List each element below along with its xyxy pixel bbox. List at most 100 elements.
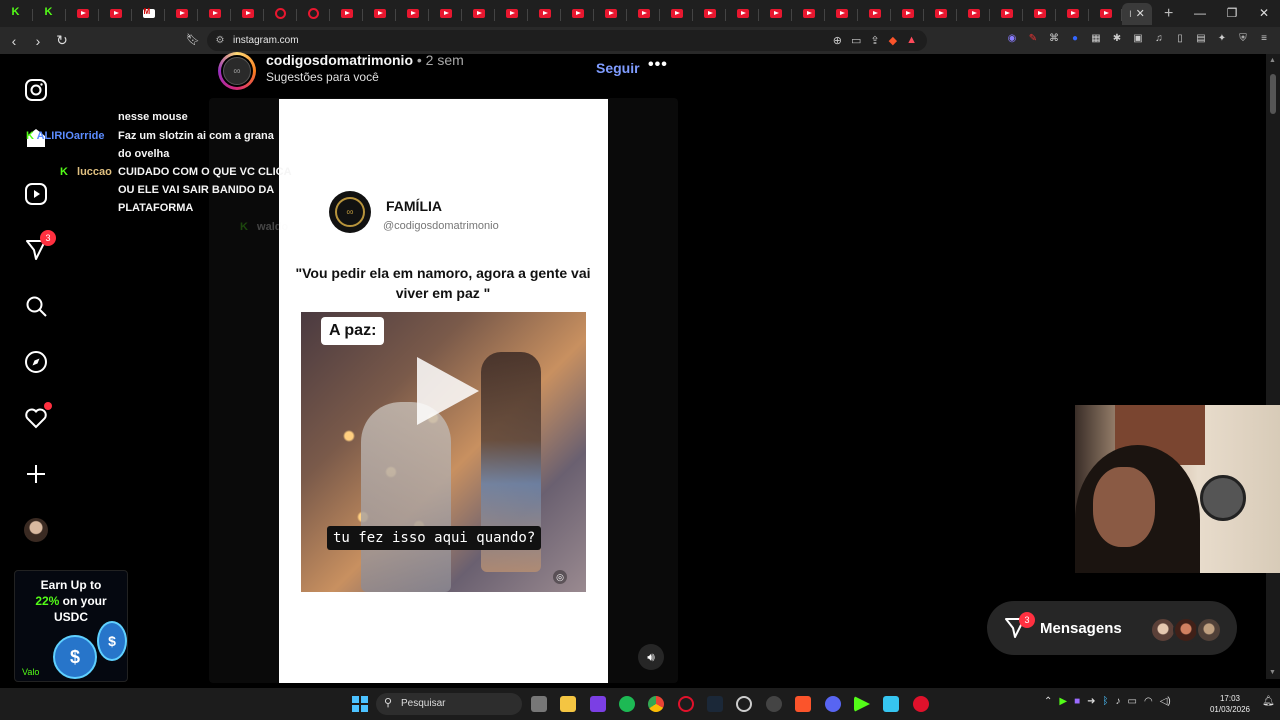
post-author-name[interactable]: codigosdomatrimonio • 2 sem: [266, 52, 464, 68]
embedded-video[interactable]: A paz: tu fez isso aqui quando? ◎: [301, 312, 586, 592]
tray-app-icon[interactable]: ➜: [1087, 696, 1095, 707]
zoom-icon[interactable]: ⊕: [833, 34, 842, 47]
steam-icon[interactable]: [707, 696, 723, 712]
microphone-icon[interactable]: ♪: [1116, 696, 1121, 707]
url-text[interactable]: instagram.com: [233, 35, 299, 46]
extensions-icon[interactable]: ✱: [1111, 33, 1123, 45]
instagram-logo-icon[interactable]: [22, 76, 50, 104]
heart-icon[interactable]: [22, 402, 52, 432]
browser-tab[interactable]: [528, 3, 561, 25]
back-button[interactable]: ‹: [4, 33, 24, 49]
browser-tab[interactable]: [726, 3, 759, 25]
more-options-button[interactable]: •••: [648, 56, 668, 74]
reels-icon[interactable]: [22, 180, 50, 208]
share-icon[interactable]: ⇪: [870, 34, 879, 47]
profile-avatar[interactable]: [22, 516, 50, 544]
browser-tab[interactable]: [792, 3, 825, 25]
app-icon[interactable]: [913, 696, 929, 712]
extension-icon[interactable]: ✎: [1027, 33, 1039, 45]
browser-tab[interactable]: [825, 3, 858, 25]
volume-icon[interactable]: 🔊︎: [638, 644, 664, 670]
wifi-icon[interactable]: ◠: [1144, 696, 1153, 707]
browser-tab[interactable]: [495, 3, 528, 25]
sidebar-toggle-icon[interactable]: ▯: [1174, 33, 1186, 45]
browser-tab[interactable]: [858, 3, 891, 25]
direct-messages-icon[interactable]: 3: [22, 230, 56, 264]
browser-tab[interactable]: [330, 3, 363, 25]
browser-tab[interactable]: [1056, 3, 1089, 25]
taskbar-search[interactable]: ⚲ Pesquisar: [376, 693, 522, 715]
extension-icon[interactable]: ⌘: [1048, 33, 1060, 45]
browser-tab[interactable]: [264, 3, 297, 25]
browser-tab[interactable]: [627, 3, 660, 25]
reload-button[interactable]: ↻: [52, 32, 72, 49]
media-icon[interactable]: ♫: [1153, 33, 1165, 45]
extension-icon[interactable]: ●: [1069, 33, 1081, 45]
brave-icon[interactable]: [795, 696, 811, 712]
browser-tab[interactable]: [429, 3, 462, 25]
notifications-bell-icon[interactable]: 🔔︎: [1262, 696, 1275, 707]
chevron-up-icon[interactable]: ⌃: [1044, 696, 1052, 707]
wallet-icon[interactable]: ▣: [1132, 33, 1144, 45]
browser-tab[interactable]: [759, 3, 792, 25]
browser-tab[interactable]: [660, 3, 693, 25]
app-icon[interactable]: [854, 696, 870, 712]
new-tab-button[interactable]: +: [1164, 5, 1173, 23]
tray-app-icon[interactable]: ■: [1074, 696, 1080, 707]
close-window-button[interactable]: ✕: [1248, 0, 1280, 27]
clock[interactable]: 17:03 01/03/2026: [1207, 693, 1253, 715]
vpn-icon[interactable]: ⛨: [1237, 33, 1249, 45]
explore-icon[interactable]: [22, 348, 50, 376]
browser-tab[interactable]: [1089, 3, 1122, 25]
page-scrollbar[interactable]: ▲ ▼: [1266, 54, 1280, 679]
browser-tab[interactable]: [99, 3, 132, 25]
spotify-icon[interactable]: [619, 696, 635, 712]
network-icon[interactable]: ▭: [1128, 696, 1137, 707]
browser-tab[interactable]: [363, 3, 396, 25]
address-bar[interactable]: ⚙ instagram.com ⊕ ▭ ⇪ ◆ ▲: [207, 30, 927, 51]
browser-tab[interactable]: [957, 3, 990, 25]
discord-icon[interactable]: [825, 696, 841, 712]
browser-tab[interactable]: [132, 3, 165, 25]
maximize-button[interactable]: ❐: [1216, 0, 1248, 27]
forward-button[interactable]: ›: [28, 33, 48, 49]
windows-start-icon[interactable]: [352, 696, 368, 712]
leo-ai-icon[interactable]: ✦: [1216, 33, 1228, 45]
create-plus-icon[interactable]: [22, 460, 50, 488]
follow-button[interactable]: Seguir: [596, 60, 640, 76]
close-tab-icon[interactable]: ✕: [1136, 7, 1145, 20]
extension-icon[interactable]: ◉: [1006, 33, 1018, 45]
bookmark-icon[interactable]: 🔖︎: [186, 33, 200, 46]
browser-tab[interactable]: [396, 3, 429, 25]
play-icon[interactable]: [417, 357, 479, 425]
browser-tab[interactable]: [297, 3, 330, 25]
browser-tab[interactable]: [990, 3, 1023, 25]
browser-tab[interactable]: [1023, 3, 1056, 25]
app-icon[interactable]: [736, 696, 752, 712]
browser-tab[interactable]: [198, 3, 231, 25]
browser-tab[interactable]: [33, 3, 66, 25]
browser-tab[interactable]: [165, 3, 198, 25]
bluetooth-icon[interactable]: ᛒ: [1103, 696, 1109, 707]
search-icon[interactable]: [22, 292, 50, 320]
browser-tab[interactable]: [924, 3, 957, 25]
browser-tab[interactable]: [561, 3, 594, 25]
browser-tab[interactable]: [462, 3, 495, 25]
browser-tab[interactable]: [693, 3, 726, 25]
browser-tab[interactable]: [0, 3, 33, 25]
app-icon[interactable]: [766, 696, 782, 712]
app-icon[interactable]: [590, 696, 606, 712]
browser-tab[interactable]: [594, 3, 627, 25]
file-explorer-icon[interactable]: [560, 696, 576, 712]
opera-icon[interactable]: [678, 696, 694, 712]
active-browser-tab[interactable]: I ✕: [1122, 2, 1152, 25]
minimize-button[interactable]: —: [1184, 0, 1216, 27]
messages-button[interactable]: 3 Mensagens: [987, 601, 1237, 655]
post-username[interactable]: codigosdomatrimonio: [266, 52, 413, 68]
browser-tab[interactable]: [66, 3, 99, 25]
browser-tab[interactable]: [231, 3, 264, 25]
task-view-icon[interactable]: [531, 696, 547, 712]
chrome-icon[interactable]: [648, 696, 664, 712]
brave-rewards-icon[interactable]: ▲: [906, 34, 917, 47]
notepad-icon[interactable]: [883, 696, 899, 712]
